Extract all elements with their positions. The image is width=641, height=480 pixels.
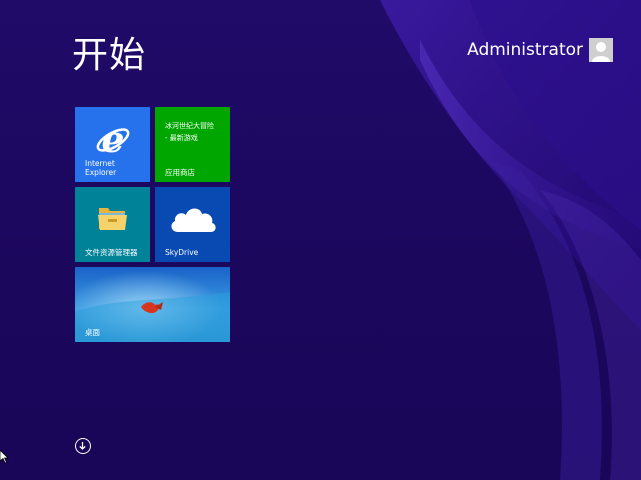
tile-label: SkyDrive xyxy=(165,247,199,257)
start-screen: 开始 Administrator e Internet Explorer 冰河世… xyxy=(0,0,641,480)
arrow-down-circle-icon[interactable] xyxy=(75,438,91,454)
tile-subtitle: 冰河世纪大冒险 - 最新游戏 xyxy=(165,122,214,142)
internet-explorer-icon: e xyxy=(96,121,130,159)
mouse-cursor-icon xyxy=(0,450,9,464)
user-account[interactable]: Administrator xyxy=(467,38,613,62)
page-title: 开始 xyxy=(72,35,147,76)
svg-text:e: e xyxy=(102,121,125,159)
tile-desktop[interactable]: 桌面 xyxy=(75,267,230,342)
user-name: Administrator xyxy=(467,40,583,60)
user-avatar-icon xyxy=(589,38,613,62)
tile-store[interactable]: 冰河世纪大冒险 - 最新游戏 应用商店 xyxy=(155,107,230,182)
folder-icon xyxy=(98,208,127,230)
tile-label: 应用商店 xyxy=(165,167,195,177)
tile-internet-explorer[interactable]: e Internet Explorer xyxy=(75,107,150,182)
tile-skydrive[interactable]: SkyDrive xyxy=(155,187,230,262)
tile-label: Internet Explorer xyxy=(85,159,117,177)
tile-label: 桌面 xyxy=(85,327,100,337)
cloud-icon xyxy=(171,208,216,232)
tile-file-explorer[interactable]: 文件资源管理器 xyxy=(75,187,150,262)
tile-label: 文件资源管理器 xyxy=(85,247,138,257)
